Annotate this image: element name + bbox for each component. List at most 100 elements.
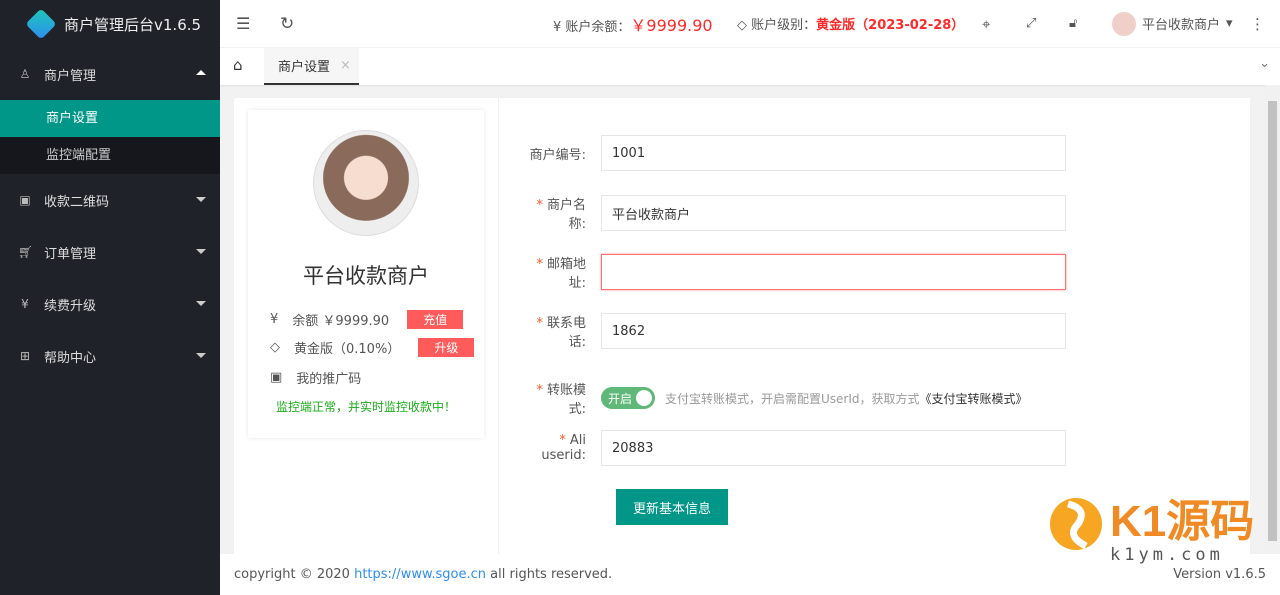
- upgrade-button[interactable]: 升级: [418, 338, 475, 357]
- level-label: 账户级别：: [751, 18, 817, 33]
- balance-text: 余额 ￥9999.90: [292, 314, 390, 329]
- sidebar-item-label: 商户管理: [44, 68, 97, 84]
- merchant-id-input[interactable]: [601, 135, 1066, 171]
- sidebar-item-qrcode[interactable]: ▣ 收款二维码: [0, 174, 220, 226]
- sidebar-item-label: 收款二维码: [44, 194, 110, 210]
- caret-down-icon: [196, 197, 206, 207]
- merchant-name-input[interactable]: [601, 195, 1066, 231]
- required-mark: *: [536, 316, 543, 331]
- merchant-name-row: * 商户名称:: [524, 194, 1066, 232]
- balance-label: 账户余额：: [565, 19, 631, 35]
- sidebar-item-renew[interactable]: ¥ 续费升级: [0, 278, 220, 330]
- svg-text:K1源码: K1源码: [1110, 497, 1253, 546]
- phone-row: * 联系电话:: [524, 312, 1066, 350]
- monitor-status: 监控端正常，并实时监控收款中！: [275, 400, 456, 414]
- ali-userid-input[interactable]: [601, 430, 1066, 466]
- yen-icon: ¥: [553, 19, 566, 35]
- user-menu[interactable]: 平台收款商户 ▾: [1112, 11, 1233, 36]
- balance-row: ¥ 余额 ￥9999.90 充值: [270, 310, 464, 329]
- sidebar-item-orders[interactable]: 🛒︎ 订单管理: [0, 226, 220, 278]
- transfer-mode-toggle[interactable]: 开启: [601, 387, 655, 409]
- email-input[interactable]: [601, 254, 1066, 290]
- refresh-icon[interactable]: ↻: [280, 14, 294, 34]
- scrollbar[interactable]: [1265, 85, 1280, 554]
- avatar: [1112, 11, 1136, 36]
- divider: [498, 98, 499, 554]
- copyright: copyright © 2020: [234, 567, 350, 582]
- merchant-id-row: 商户编号:: [524, 135, 1066, 171]
- field-label: 商户编号:: [529, 147, 586, 163]
- chevron-down-icon[interactable]: ⌄: [1259, 56, 1270, 71]
- update-info-button[interactable]: 更新基本信息: [616, 489, 728, 525]
- toggle-label: 开启: [608, 391, 633, 406]
- sidebar-item-monitor-config[interactable]: 监控端配置: [0, 137, 220, 174]
- ali-userid-row: * Ali userid:: [524, 430, 1066, 466]
- site-link[interactable]: https://www.sgoe.cn: [354, 567, 486, 582]
- sidebar-item-help[interactable]: ⊞ 帮助中心: [0, 330, 220, 382]
- header: ☰ ↻ ¥ 账户余额：￥9999.90 ◇ 账户级别：黄金版（2023-02-2…: [220, 0, 1280, 47]
- transfer-hint: 支付宝转账模式，开启需配置UserId，获取方式: [665, 391, 920, 406]
- apps-icon: ⊞: [19, 349, 31, 363]
- required-mark: *: [536, 383, 543, 398]
- field-label: 联系电话:: [546, 316, 586, 350]
- required-mark: *: [559, 433, 566, 448]
- lock-icon[interactable]: 🔓︎: [1069, 16, 1077, 31]
- transfer-mode-link[interactable]: 《支付宝转账模式》: [920, 390, 1028, 407]
- profile-avatar: [313, 130, 419, 236]
- close-icon[interactable]: ×: [340, 58, 351, 73]
- svg-text:k1ym.com: k1ym.com: [1110, 545, 1224, 564]
- balance-info: ¥ 账户余额：￥9999.90: [553, 12, 713, 36]
- tab-label: 商户设置: [278, 60, 331, 75]
- level-info: ◇ 账户级别：黄金版（2023-02-28）: [737, 14, 964, 33]
- required-mark: *: [536, 257, 543, 272]
- menu-fold-icon[interactable]: ☰: [236, 14, 250, 33]
- fullscreen-icon[interactable]: ⤢: [1026, 16, 1036, 31]
- more-icon[interactable]: ⋮: [1250, 15, 1265, 33]
- sidebar-item-label: 续费升级: [44, 298, 97, 314]
- watermark-logo: K1源码 k1ym.com: [1050, 497, 1253, 564]
- user-icon: ♙: [19, 67, 31, 81]
- tag-icon[interactable]: ⌖: [982, 15, 990, 33]
- image-icon: ▣: [270, 370, 283, 385]
- rights: all rights reserved.: [490, 567, 613, 582]
- caret-down-icon: ▾: [1226, 16, 1233, 31]
- logo-icon: [25, 8, 57, 40]
- user-name: 平台收款商户: [1142, 18, 1221, 33]
- sidebar-item-merchant[interactable]: ♙ 商户管理: [0, 48, 220, 100]
- email-row: * 邮箱地址:: [524, 253, 1066, 291]
- level-value: 黄金版（2023-02-28）: [816, 18, 965, 33]
- diamond-icon: ◇: [270, 340, 280, 355]
- image-icon: ▣: [19, 193, 31, 207]
- level-text: 黄金版（0.10%）: [294, 342, 401, 357]
- field-label: 邮箱地址:: [546, 257, 586, 291]
- cart-icon: 🛒︎: [18, 245, 34, 259]
- app-title: 商户管理后台v1.6.5: [64, 15, 202, 34]
- level-row: ◇ 黄金版（0.10%） 升级: [270, 338, 475, 357]
- transfer-mode-row: * 转账模式: 开启 支付宝转账模式，开启需配置UserId，获取方式 《支付宝转账模式…: [524, 379, 1028, 417]
- sidebar-item-label: 订单管理: [44, 246, 97, 262]
- tab-merchant-settings[interactable]: 商户设置 ×: [264, 48, 359, 85]
- diamond-icon: ◇: [737, 18, 752, 33]
- recharge-button[interactable]: 充值: [407, 310, 464, 329]
- yen-icon: ¥: [270, 312, 279, 327]
- sidebar-item-merchant-settings[interactable]: 商户设置: [0, 100, 220, 137]
- home-icon[interactable]: ⌂: [233, 56, 243, 74]
- phone-input[interactable]: [601, 313, 1066, 349]
- profile-card: 平台收款商户 ¥ 余额 ￥9999.90 充值 ◇ 黄金版（0.10%） 升级 ▣ 我的推…: [248, 110, 484, 438]
- field-label: 商户名称:: [546, 198, 586, 232]
- caret-down-icon: [196, 301, 206, 311]
- version: Version v1.6.5: [1173, 567, 1266, 582]
- field-label: 转账模式:: [546, 383, 586, 417]
- scrollbar-thumb[interactable]: [1268, 101, 1277, 541]
- required-mark: *: [536, 198, 543, 213]
- caret-down-icon: [196, 249, 206, 259]
- promo-link[interactable]: 我的推广码: [296, 368, 361, 387]
- sidebar-item-label: 帮助中心: [44, 350, 97, 366]
- promo-row[interactable]: ▣ 我的推广码: [270, 368, 361, 387]
- tab-bar: ⌂ 商户设置 × ⌄: [220, 47, 1280, 85]
- balance-value: ￥9999.90: [630, 15, 713, 35]
- caret-down-icon: [196, 353, 206, 363]
- profile-name: 平台收款商户: [303, 264, 429, 288]
- caret-up-icon: [196, 65, 206, 75]
- app-logo: 商户管理后台v1.6.5: [0, 0, 220, 48]
